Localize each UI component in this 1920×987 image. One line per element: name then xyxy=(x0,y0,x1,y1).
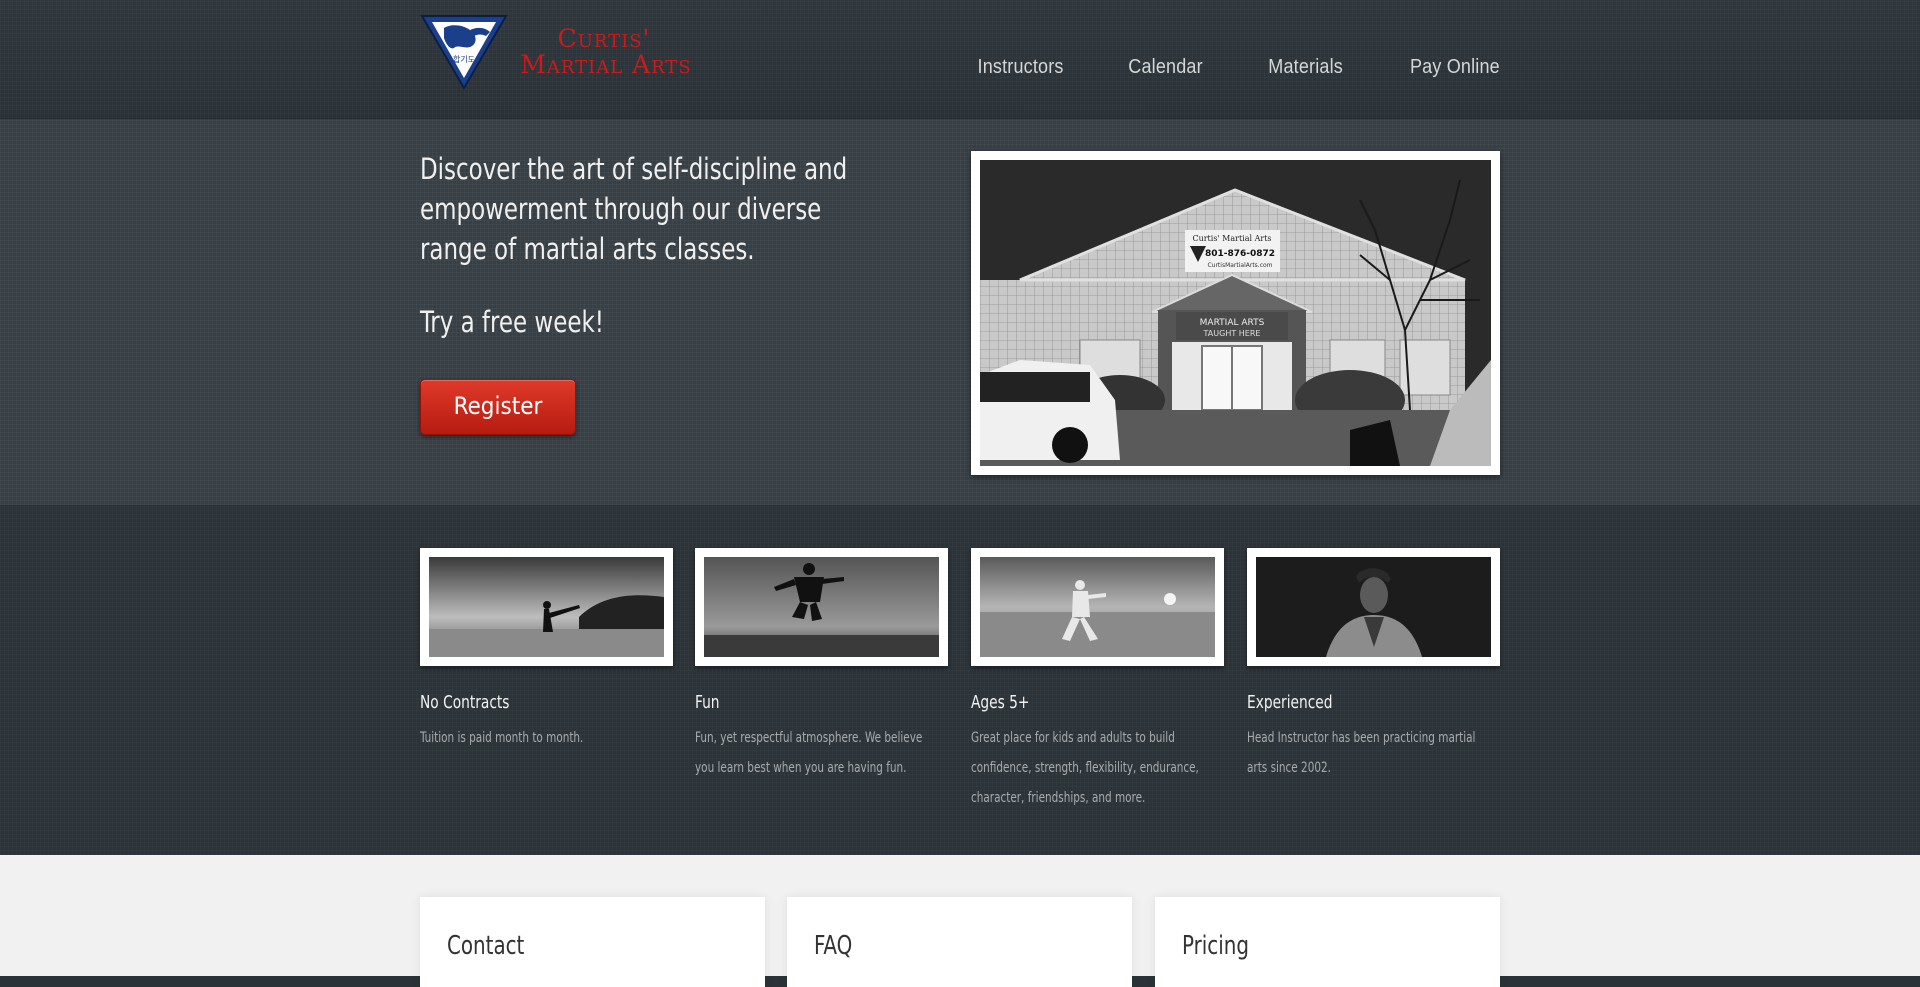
hero-headline: Discover the art of self-discipline and … xyxy=(420,152,848,266)
hero-subheadline: Try a free week! xyxy=(420,305,604,339)
logo[interactable]: 합기도 Curtis' Martial Arts xyxy=(420,14,704,90)
hero-text: Discover the art of self-discipline and … xyxy=(420,149,860,342)
feature-title: Ages 5+ xyxy=(971,692,1030,713)
main-nav: Instructors Calendar Materials Pay Onlin… xyxy=(911,56,1500,79)
feature-no-contracts: No Contracts Tuition is paid month to mo… xyxy=(420,548,673,753)
kick-silhouette-image xyxy=(429,557,664,657)
faq-card[interactable]: FAQ xyxy=(787,897,1132,987)
svg-text:합기도: 합기도 xyxy=(453,55,475,64)
instructor-portrait-image xyxy=(1256,557,1491,657)
card-title: Pricing xyxy=(1182,931,1249,961)
feature-text: Fun, yet respectful atmosphere. We belie… xyxy=(695,730,923,776)
nav-pay-online[interactable]: Pay Online xyxy=(1410,56,1500,79)
pricing-card[interactable]: Pricing xyxy=(1155,897,1500,987)
logo-emblem-icon: 합기도 xyxy=(420,15,508,90)
svg-text:801-876-0872: 801-876-0872 xyxy=(1205,249,1275,259)
dojo-building-image: Curtis' Martial Arts 801-876-0872 Curtis… xyxy=(980,160,1491,466)
feature-title: Fun xyxy=(695,692,720,713)
dojo-building-photo: Curtis' Martial Arts 801-876-0872 Curtis… xyxy=(971,151,1500,475)
svg-text:TAUGHT HERE: TAUGHT HERE xyxy=(1203,329,1261,338)
feature-image xyxy=(1247,548,1500,666)
jump-silhouette-image xyxy=(704,557,939,657)
contact-card[interactable]: Contact xyxy=(420,897,765,987)
logo-line-1: Curtis' xyxy=(557,24,651,53)
feature-title: Experienced xyxy=(1247,692,1333,713)
svg-text:CurtisMartialArts.com: CurtisMartialArts.com xyxy=(1207,262,1272,269)
svg-text:Curtis' Martial Arts: Curtis' Martial Arts xyxy=(1192,234,1271,243)
beach-stance-image xyxy=(980,557,1215,657)
info-cards-section: Contact FAQ Pricing xyxy=(0,855,1920,987)
feature-ages: Ages 5+ Great place for kids and adults … xyxy=(971,548,1224,813)
svg-text:MARTIAL ARTS: MARTIAL ARTS xyxy=(1200,318,1265,328)
card-title: Contact xyxy=(447,931,525,961)
feature-text: Head Instructor has been practicing mart… xyxy=(1247,730,1476,776)
hero-section: Discover the art of self-discipline and … xyxy=(0,119,1920,506)
feature-image xyxy=(420,548,673,666)
feature-title: No Contracts xyxy=(420,692,510,713)
feature-image xyxy=(695,548,948,666)
feature-experienced: Experienced Head Instructor has been pra… xyxy=(1247,548,1500,783)
feature-text: Great place for kids and adults to build… xyxy=(971,730,1199,806)
nav-instructors[interactable]: Instructors xyxy=(977,56,1063,79)
site-header: 합기도 Curtis' Martial Arts Instructors Cal… xyxy=(0,0,1920,119)
logo-wordmark: Curtis' Martial Arts xyxy=(504,26,704,78)
register-button[interactable]: Register xyxy=(420,379,576,435)
features-section: No Contracts Tuition is paid month to mo… xyxy=(0,506,1920,855)
feature-fun: Fun Fun, yet respectful atmosphere. We b… xyxy=(695,548,948,783)
nav-materials[interactable]: Materials xyxy=(1269,56,1344,79)
card-title: FAQ xyxy=(814,931,853,961)
logo-line-2: Martial Arts xyxy=(520,50,692,79)
feature-text: Tuition is paid month to month. xyxy=(420,730,584,746)
nav-calendar[interactable]: Calendar xyxy=(1129,56,1203,79)
feature-image xyxy=(971,548,1224,666)
